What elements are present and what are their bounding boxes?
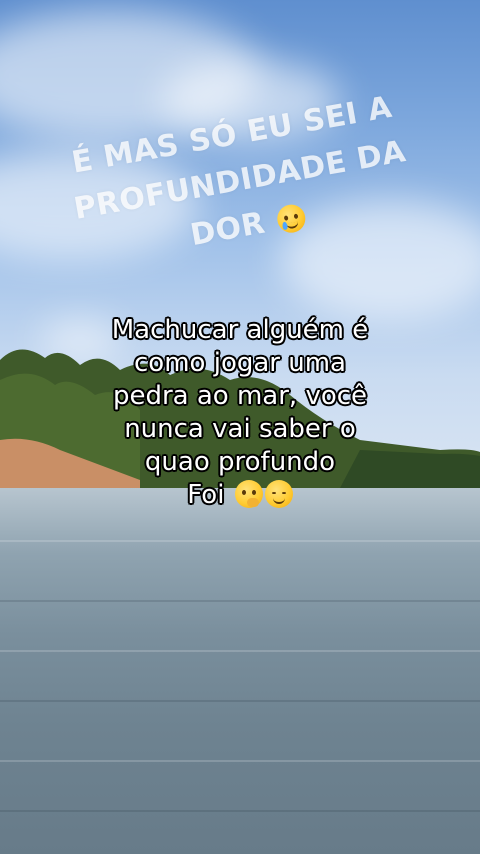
caption-line-last: Foi [60, 479, 420, 512]
water-ripple [0, 600, 480, 602]
water-ripple [0, 760, 480, 762]
thinking-face-icon [234, 480, 263, 508]
caption-line: quao profundo [144, 447, 336, 477]
caption-line: como jogar uma [134, 348, 346, 378]
caption-last-word: Foi [187, 480, 225, 510]
caption-text: Machucar alguém é como jogar uma pedra a… [60, 314, 420, 512]
overlay-title-last-word: DOR [187, 205, 268, 254]
water-ripple [0, 700, 480, 702]
water-ripple [0, 810, 480, 812]
river-water [0, 488, 480, 854]
water-ripple [0, 540, 480, 542]
water-ripple [0, 650, 480, 652]
caption-line: pedra ao mar, você [112, 381, 368, 411]
crying-face-icon [275, 202, 308, 235]
caption-line: Machucar alguém é [111, 315, 369, 345]
caption-line: nunca vai saber o [124, 414, 356, 444]
relieved-face-icon [264, 480, 293, 508]
